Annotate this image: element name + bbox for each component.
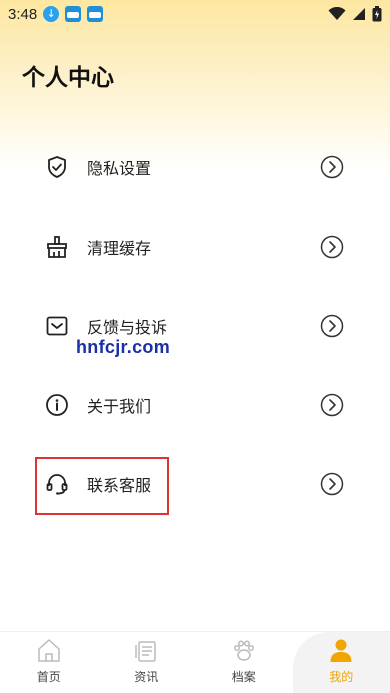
home-icon — [38, 639, 60, 662]
menu-item-privacy-settings[interactable]: 隐私设置 — [0, 127, 390, 207]
menu-item-feedback[interactable]: 反馈与投诉 — [0, 286, 390, 366]
wifi-icon — [328, 7, 346, 20]
tab-label: 资讯 — [134, 670, 159, 684]
user-icon — [330, 639, 352, 662]
download-icon: ↓ — [43, 6, 60, 22]
watermark-text: hnfcjr.com — [76, 337, 171, 357]
status-bar: 3:48 ↓ — [0, 0, 390, 28]
menu-item-label: 联系客服 — [87, 476, 152, 495]
tab-home[interactable]: 首页 — [0, 632, 98, 693]
status-time: 3:48 — [8, 5, 38, 23]
menu-item-label: 关于我们 — [87, 397, 152, 416]
page-title: 个人中心 — [22, 65, 114, 91]
chevron-right-icon[interactable] — [320, 155, 344, 179]
headset-icon — [46, 474, 68, 495]
menu-item-about-us[interactable]: 关于我们 — [0, 365, 390, 445]
paw-icon — [233, 640, 254, 661]
tab-label: 首页 — [36, 670, 61, 684]
tab-news[interactable]: 资讯 — [98, 632, 196, 693]
tab-label: 档案 — [231, 670, 256, 684]
signal-icon — [353, 8, 365, 20]
news-icon — [135, 641, 156, 662]
chevron-right-icon[interactable] — [320, 235, 344, 259]
chevron-right-icon[interactable] — [320, 314, 344, 338]
app-notification-icon — [65, 6, 82, 22]
tab-label: 我的 — [329, 670, 354, 684]
tab-mine[interactable]: 我的 — [292, 632, 390, 693]
menu-item-contact-support[interactable]: 联系客服 — [0, 444, 390, 524]
chevron-right-icon[interactable] — [320, 393, 344, 417]
broom-icon — [47, 236, 67, 258]
info-icon — [46, 394, 68, 416]
battery-icon — [372, 6, 382, 22]
feedback-icon — [46, 316, 68, 336]
chevron-right-icon[interactable] — [320, 472, 344, 496]
personal-center-screen: 3:48 ↓ 个人中心 隐私设置 清理缓存 反馈与投诉 关于我们 联系客服 hn… — [0, 0, 390, 693]
menu-item-label: 清理缓存 — [87, 239, 152, 258]
shield-icon — [48, 156, 66, 178]
status-right — [328, 6, 382, 22]
app-notification-icon — [87, 6, 104, 22]
menu-item-label: 隐私设置 — [87, 159, 152, 178]
tab-archive[interactable]: 档案 — [195, 632, 293, 693]
menu-item-clear-cache[interactable]: 清理缓存 — [0, 207, 390, 287]
bottom-tab-bar: 首页 资讯 档案 我的 — [0, 631, 390, 693]
menu-item-label: 反馈与投诉 — [87, 318, 168, 337]
